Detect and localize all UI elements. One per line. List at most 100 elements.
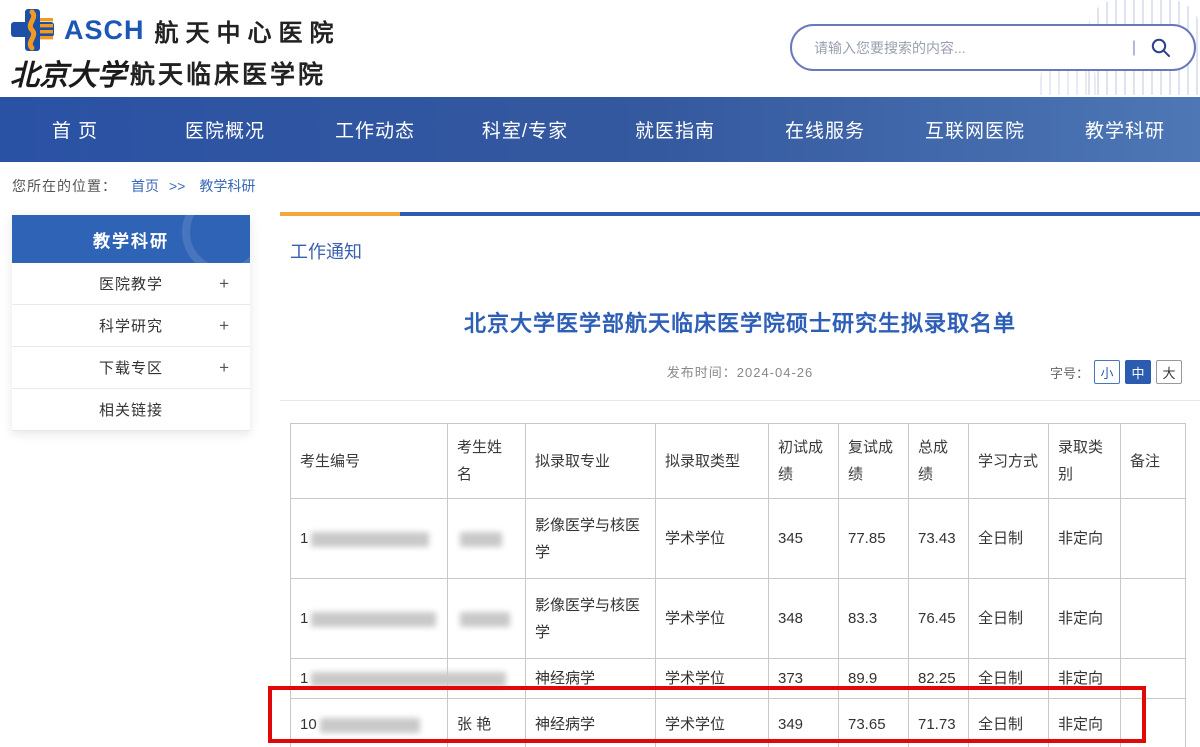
search-input[interactable] <box>792 40 1128 56</box>
nav-item-online-services[interactable]: 在线服务 <box>750 97 900 162</box>
font-size-medium-button[interactable]: 中 <box>1125 360 1151 384</box>
cell-retest-score: 73.65 <box>839 699 909 747</box>
breadcrumb-current-link[interactable]: 教学科研 <box>199 176 255 196</box>
search-divider: | <box>1132 39 1136 57</box>
content-top-divider <box>280 212 1200 216</box>
divider-orange-segment <box>280 212 400 216</box>
cell-category: 非定向 <box>1049 579 1121 659</box>
cell-total-score: 76.45 <box>909 579 969 659</box>
table-row: 1 影像医学与核医学 学术学位 348 83.3 76.45 全日制 非定向 <box>291 579 1186 659</box>
breadcrumb: 您所在的位置： 首页 >> 教学科研 <box>0 162 1200 210</box>
cell-major: 神经病学 <box>526 699 656 747</box>
sidebar-item-download-zone[interactable]: 下载专区 + <box>12 347 250 389</box>
cell-initial-score: 349 <box>769 699 839 747</box>
search-icon <box>1150 37 1172 59</box>
nav-item-internet-hospital[interactable]: 互联网医院 <box>900 97 1050 162</box>
cell-total-score: 82.25 <box>909 659 969 699</box>
cell-retest-score: 77.85 <box>839 499 909 579</box>
expand-plus-icon[interactable]: + <box>219 274 230 294</box>
cell-category: 非定向 <box>1049 499 1121 579</box>
nav-item-hospital-overview[interactable]: 医院概况 <box>150 97 300 162</box>
cell-name: 张 艳 <box>448 699 526 747</box>
col-header-study-mode: 学习方式 <box>969 424 1049 499</box>
redacted-blur <box>311 532 429 547</box>
cell-remark <box>1121 579 1186 659</box>
sidebar-header-teaching-research[interactable]: 教学科研 <box>12 215 250 263</box>
expand-plus-icon[interactable]: + <box>219 358 230 378</box>
sidebar-item-related-links[interactable]: 相关链接 <box>12 389 250 431</box>
college-name: 航天临床医学院 <box>130 55 326 91</box>
col-header-initial-score: 初试成绩 <box>769 424 839 499</box>
cell-study-mode: 全日制 <box>969 659 1049 699</box>
expand-plus-icon[interactable]: + <box>219 316 230 336</box>
meta-divider-line <box>280 400 1200 401</box>
cell-retest-score: 83.3 <box>839 579 909 659</box>
main-content: 工作通知 北京大学医学部航天临床医学院硕士研究生拟录取名单 发布时间：2024-… <box>280 212 1200 747</box>
cell-total-score: 71.73 <box>909 699 969 747</box>
logo-asch-text: ASCH <box>64 15 145 46</box>
search-button[interactable] <box>1150 26 1194 69</box>
redacted-blur <box>311 672 506 687</box>
cell-initial-score: 373 <box>769 659 839 699</box>
search-box: | <box>790 24 1196 71</box>
nav-item-medical-guide[interactable]: 就医指南 <box>600 97 750 162</box>
cell-remark <box>1121 499 1186 579</box>
cell-exam-id: 1 <box>291 579 448 659</box>
sidebar-item-hospital-teaching[interactable]: 医院教学 + <box>12 263 250 305</box>
cell-exam-id: 1 <box>291 499 448 579</box>
nav-item-departments-experts[interactable]: 科室/专家 <box>450 97 600 162</box>
article-title: 北京大学医学部航天临床医学院硕士研究生拟录取名单 <box>280 306 1200 338</box>
cell-study-mode: 全日制 <box>969 579 1049 659</box>
cell-study-mode: 全日制 <box>969 699 1049 747</box>
site-header: ASCH 航天中心医院 北京大学 航天临床医学院 | <box>0 0 1200 97</box>
redacted-blur <box>460 612 510 627</box>
tab-work-notice[interactable]: 工作通知 <box>290 238 362 264</box>
font-size-large-button[interactable]: 大 <box>1156 360 1182 384</box>
sidebar-item-scientific-research[interactable]: 科学研究 + <box>12 305 250 347</box>
cell-remark <box>1121 699 1186 747</box>
university-script-text: 北京大学 <box>10 52 126 94</box>
col-header-retest-score: 复试成绩 <box>839 424 909 499</box>
cell-name <box>448 579 526 659</box>
redacted-blur <box>460 532 502 547</box>
breadcrumb-label: 您所在的位置： <box>12 176 117 196</box>
nav-item-teaching-research[interactable]: 教学科研 <box>1050 97 1200 162</box>
table-row: 1 神经病学 学术学位 373 89.9 82.25 全日制 非定向 <box>291 659 1186 699</box>
cell-major: 影像医学与核医学 <box>526 499 656 579</box>
breadcrumb-separator: >> <box>169 178 185 194</box>
cell-name <box>448 499 526 579</box>
col-header-remark: 备注 <box>1121 424 1186 499</box>
cell-major: 神经病学 <box>526 659 656 699</box>
table-row-highlighted: 10 张 艳 神经病学 学术学位 349 73.65 71.73 全日制 非定向 <box>291 699 1186 747</box>
col-header-category: 录取类别 <box>1049 424 1121 499</box>
redacted-blur <box>320 718 420 733</box>
divider-blue-segment <box>400 212 1200 216</box>
font-size-widget: 字号： 小 中 大 <box>1050 360 1182 384</box>
site-logo[interactable]: ASCH 航天中心医院 北京大学 航天临床医学院 <box>10 8 341 92</box>
nav-item-home[interactable]: 首 页 <box>0 97 150 162</box>
admission-list-table: 考生编号 考生姓名 拟录取专业 拟录取类型 初试成绩 复试成绩 总成绩 学习方式… <box>290 423 1186 747</box>
cell-retest-score: 89.9 <box>839 659 909 699</box>
nav-item-work-news[interactable]: 工作动态 <box>300 97 450 162</box>
article-meta-row: 发布时间：2024-04-26 字号： 小 中 大 <box>280 362 1200 388</box>
cell-initial-score: 348 <box>769 579 839 659</box>
cell-study-mode: 全日制 <box>969 499 1049 579</box>
font-size-small-button[interactable]: 小 <box>1094 360 1120 384</box>
sidebar-item-label: 相关链接 <box>99 399 163 420</box>
sidebar-item-label: 科学研究 <box>99 315 163 336</box>
col-header-name: 考生姓名 <box>448 424 526 499</box>
cell-category: 非定向 <box>1049 659 1121 699</box>
logo-top-row: ASCH 航天中心医院 <box>10 8 341 52</box>
sidebar-item-label: 下载专区 <box>99 357 163 378</box>
hospital-cross-icon <box>10 8 56 52</box>
hospital-name: 航天中心医院 <box>155 13 341 48</box>
cell-major: 影像医学与核医学 <box>526 579 656 659</box>
col-header-major: 拟录取专业 <box>526 424 656 499</box>
main-nav: 首 页 医院概况 工作动态 科室/专家 就医指南 在线服务 互联网医院 教学科研 <box>0 97 1200 162</box>
breadcrumb-home-link[interactable]: 首页 <box>131 176 159 196</box>
table-header-row: 考生编号 考生姓名 拟录取专业 拟录取类型 初试成绩 复试成绩 总成绩 学习方式… <box>291 424 1186 499</box>
page: ASCH 航天中心医院 北京大学 航天临床医学院 | 首 页 医院概况 工作动态… <box>0 0 1200 747</box>
cell-remark <box>1121 659 1186 699</box>
cell-total-score: 73.43 <box>909 499 969 579</box>
sidebar-item-label: 医院教学 <box>99 273 163 294</box>
